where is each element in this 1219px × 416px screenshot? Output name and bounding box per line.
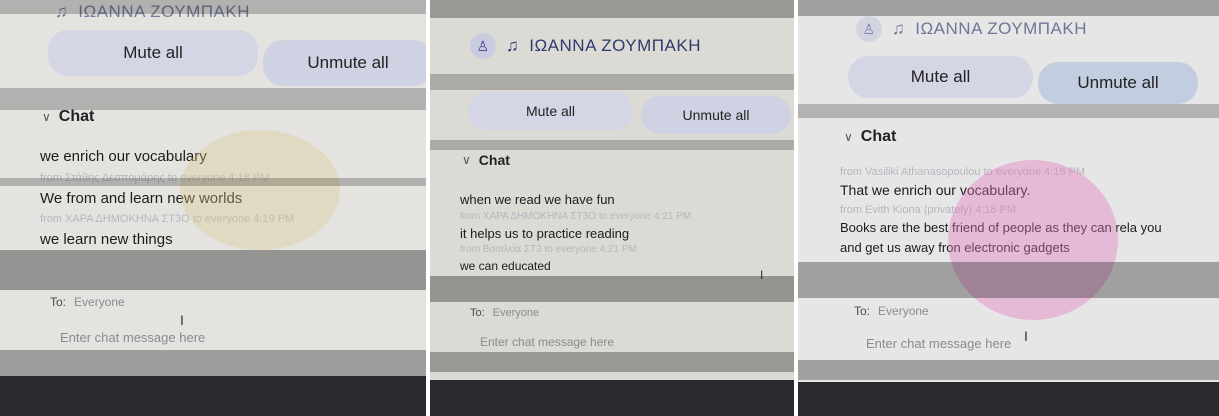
chat-message: we learn new things — [40, 231, 173, 248]
unmute-all-button[interactable]: Unmute all — [263, 40, 426, 86]
text-cursor-icon: I — [760, 268, 764, 282]
chat-panel-photo-2: ♙ ♫ ΙΩΑΝΝΑ ΖΟΥΜΠΑΚΗ Mute all Unmute all … — [430, 0, 794, 416]
recipient-selector[interactable]: To: Everyone — [470, 307, 539, 319]
participant-name: ΙΩΑΝΝΑ ΖΟΥΜΠΑΚΗ — [529, 36, 701, 55]
chat-input[interactable]: Enter chat message here — [60, 330, 205, 345]
chat-message: we enrich our vocabulary — [40, 148, 207, 165]
mute-all-button[interactable]: Mute all — [468, 92, 633, 130]
person-icon: ♙ — [856, 16, 882, 42]
chat-section-header[interactable]: ∨ Chat — [42, 108, 94, 126]
chevron-down-icon: ∨ — [462, 153, 471, 167]
recipient-selector[interactable]: To: Everyone — [50, 295, 125, 309]
chat-input[interactable]: Enter chat message here — [480, 335, 614, 349]
chat-section-header[interactable]: ∨ Chat — [462, 152, 510, 168]
chat-message: we can educated — [460, 259, 551, 273]
chat-message: Books are the best friend of people as t… — [840, 220, 1162, 235]
chat-message: and get us away fron electronic gadgets — [840, 240, 1070, 255]
chat-message: it helps us to practice reading — [460, 226, 630, 241]
chat-message: We from and learn new worlds — [40, 190, 243, 207]
chat-message: That we enrich our vocabulary. — [840, 182, 1031, 198]
mute-all-button[interactable]: Mute all — [848, 56, 1033, 98]
audio-icon: ♫ — [55, 2, 69, 21]
chat-message: when we read we have fun — [460, 192, 615, 207]
chat-message-meta: from Βασιλεία ΣΤ3 to everyone 4:21 PM — [460, 244, 637, 255]
chat-message-meta: from Στάθης Δεσπομάρης to everyone 4:18 … — [40, 172, 270, 184]
chat-panel-photo-3: ♙ ♫ ΙΩΑΝΝΑ ΖΟΥΜΠΑΚΗ Mute all Unmute all … — [798, 0, 1219, 416]
chevron-down-icon: ∨ — [42, 110, 51, 124]
participant-name: ΙΩΑΝΝΑ ΖΟΥΜΠΑΚΗ — [915, 19, 1087, 38]
chevron-down-icon: ∨ — [844, 130, 853, 144]
audio-icon: ♫ — [892, 19, 906, 38]
chat-message-meta: from Evith Kiona (privately) 4:18 PM — [840, 204, 1017, 216]
unmute-all-button[interactable]: Unmute all — [1038, 62, 1198, 104]
participant-header: ♙ ♫ ΙΩΑΝΝΑ ΖΟΥΜΠΑΚΗ — [856, 16, 1087, 42]
unmute-all-button[interactable]: Unmute all — [641, 96, 791, 134]
recipient-selector[interactable]: To: Everyone — [854, 304, 929, 318]
audio-icon: ♫ — [506, 36, 520, 55]
text-cursor-icon: I — [180, 312, 184, 328]
chat-input[interactable]: Enter chat message here — [866, 336, 1011, 351]
participant-name: ΙΩΑΝΝΑ ΖΟΥΜΠΑΚΗ — [78, 2, 250, 21]
person-icon: ♙ — [470, 33, 496, 59]
mute-all-button[interactable]: Mute all — [48, 30, 258, 76]
participant-header: ♫ ΙΩΑΝΝΑ ΖΟΥΜΠΑΚΗ — [55, 2, 250, 22]
chat-section-header[interactable]: ∨ Chat — [844, 128, 896, 146]
participant-header: ♙ ♫ ΙΩΑΝΝΑ ΖΟΥΜΠΑΚΗ — [470, 33, 701, 59]
text-cursor-icon: I — [1024, 328, 1028, 344]
chat-panel-photo-1: ♫ ΙΩΑΝΝΑ ΖΟΥΜΠΑΚΗ Mute all Unmute all ∨ … — [0, 0, 426, 416]
chat-message-meta: from ΧΑΡΑ ΔΗΜΟΚΗΝΑ ΣΤ3Ο to everyone 4:19… — [40, 213, 295, 225]
chat-message-meta: from Vasiliki Athanasopoulou to everyone… — [840, 166, 1085, 178]
chat-message-meta: from ΧΑΡΑ ΔΗΜΟΚΗΝΑ ΣΤ3Ο to everyone 4:21… — [460, 211, 692, 222]
